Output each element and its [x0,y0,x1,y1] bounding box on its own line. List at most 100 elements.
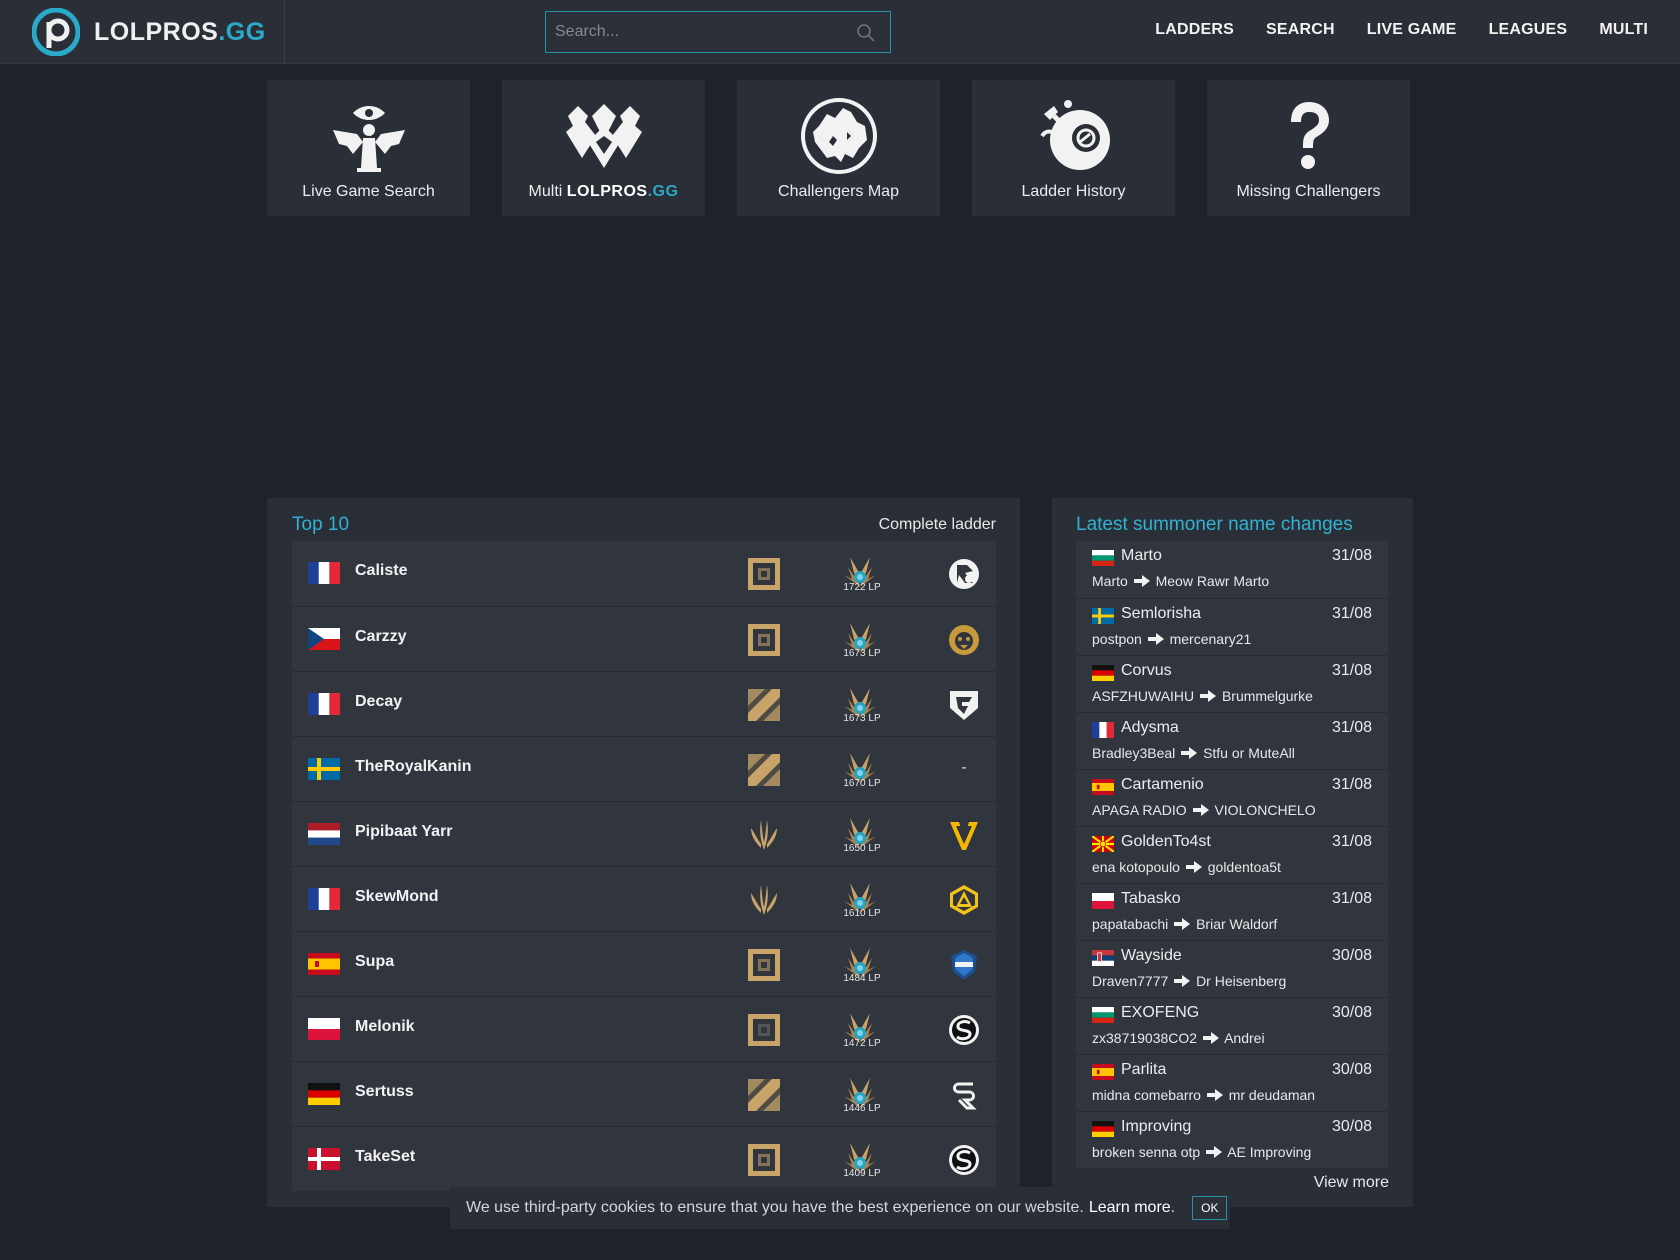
top10-title[interactable]: Top 10 [292,514,349,536]
summoner-name[interactable]: Semlorisha [1121,605,1201,623]
table-row[interactable]: Carzzy 1673 LP [292,606,996,671]
name-change-detail: Marto Meow Rawr Marto [1092,573,1269,589]
player-name[interactable]: Carzzy [355,628,407,646]
team-logo-icon[interactable] [947,1078,981,1112]
tile-label: Ladder History [1021,183,1126,200]
player-name[interactable]: TakeSet [355,1148,415,1166]
summoner-name[interactable]: Corvus [1121,662,1172,680]
table-row[interactable]: Decay 1673 LP [292,671,996,736]
list-item[interactable]: Corvus 31/08 ASFZHUWAIHU Brummelgurke [1076,655,1388,712]
list-item[interactable]: Adysma 31/08 Bradley3Beal Stfu or MuteAl… [1076,712,1388,769]
tile-challengers-map[interactable]: Challengers Map [737,80,940,216]
player-name[interactable]: Pipibaat Yarr [355,823,453,841]
new-name: Dr Heisenberg [1196,973,1287,989]
arrow-right-icon [1198,688,1218,704]
nav-multi[interactable]: MULTI [1599,21,1648,39]
tile-live-game-search[interactable]: Live Game Search [267,80,470,216]
list-item[interactable]: Semlorisha 31/08 postpon mercenary21 [1076,598,1388,655]
old-name: postpon [1092,631,1142,647]
cookie-ok-button[interactable]: OK [1192,1196,1228,1220]
flag-icon [1092,779,1114,795]
name-changes-title: Latest summoner name changes [1076,514,1353,535]
player-name[interactable]: TheRoyalKanin [355,758,471,776]
flag-icon [308,823,340,845]
nav-live-game[interactable]: LIVE GAME [1367,21,1457,39]
nav-search[interactable]: SEARCH [1266,21,1335,39]
table-row[interactable]: TakeSet 1409 LP [292,1126,996,1191]
list-item[interactable]: Wayside 30/08 Draven7777 Dr Heisenberg [1076,940,1388,997]
flag-icon [1092,550,1114,566]
team-logo-icon[interactable] [947,883,981,917]
summoner-name[interactable]: Improving [1121,1118,1191,1136]
summoner-name[interactable]: Adysma [1121,719,1179,737]
arrow-right-icon [1191,802,1211,818]
name-change-detail: broken senna otp AE Improving [1092,1144,1311,1160]
table-row[interactable]: Supa 1484 LP [292,931,996,996]
player-name[interactable]: Sertuss [355,1083,414,1101]
nav-leagues[interactable]: LEAGUES [1489,21,1568,39]
team-logo-icon[interactable] [947,557,981,591]
tile-missing-challengers[interactable]: Missing Challengers [1207,80,1410,216]
list-item[interactable]: EXOFENG 30/08 zx38719038CO2 Andrei [1076,997,1388,1054]
flag-icon [1092,665,1114,681]
team-logo-icon[interactable] [947,818,981,852]
player-name[interactable]: SkewMond [355,888,439,906]
tile-ladder-history[interactable]: Ladder History [972,80,1175,216]
player-lp: 1673 LP [843,648,881,659]
table-row[interactable]: TheRoyalKanin 1670 LP - [292,736,996,801]
logo[interactable]: LOLPROS.GG [32,8,266,56]
list-item[interactable]: GoldenTo4st 31/08 ena kotopoulo goldento… [1076,826,1388,883]
change-date: 31/08 [1331,547,1372,564]
summoner-name[interactable]: Cartamenio [1121,776,1204,794]
table-row[interactable]: SkewMond 1610 LP [292,866,996,931]
summoner-name[interactable]: GoldenTo4st [1121,833,1211,851]
old-name: papatabachi [1092,916,1169,932]
question-icon [1290,102,1329,169]
list-item[interactable]: Parlita 30/08 midna comebarro mr deudama… [1076,1054,1388,1111]
player-name[interactable]: Supa [355,953,394,971]
team-logo-icon[interactable] [947,948,981,982]
summoner-name[interactable]: Marto [1121,547,1162,565]
top10-panel: Top 10 Complete ladder Caliste 1722 LP C… [267,498,1020,1207]
player-lp: 1446 LP [843,1103,881,1114]
arrow-right-icon [1179,745,1199,761]
player-name[interactable]: Caliste [355,562,407,580]
search-box [545,11,891,53]
table-row[interactable]: Sertuss 1446 LP [292,1061,996,1126]
complete-ladder-link[interactable]: Complete ladder [879,516,996,534]
list-item[interactable]: Improving 30/08 broken senna otp AE Impr… [1076,1111,1388,1168]
learn-more-link[interactable]: Learn more [1089,1199,1171,1217]
player-name[interactable]: Decay [355,693,402,711]
summoner-name[interactable]: EXOFENG [1121,1004,1199,1022]
role-icon [747,948,781,982]
player-name[interactable]: Melonik [355,1018,415,1036]
change-date: 30/08 [1331,1061,1372,1078]
list-item[interactable]: Cartamenio 31/08 APAGA RADIO VIOLONCHELO [1076,769,1388,826]
flag-icon [1092,1121,1114,1137]
flag-icon [308,888,340,910]
nav-ladders[interactable]: LADDERS [1155,21,1234,39]
old-name: Bradley3Beal [1092,745,1176,761]
table-row[interactable]: Pipibaat Yarr 1650 LP [292,801,996,866]
tile-multi[interactable]: Multi LOLPROS.GG [502,80,705,216]
change-date: 31/08 [1331,833,1372,850]
list-item[interactable]: Marto 31/08 Marto Meow Rawr Marto [1076,541,1388,598]
name-change-detail: ASFZHUWAIHU Brummelgurke [1092,688,1313,704]
team-logo-icon[interactable] [947,1143,981,1177]
table-row[interactable]: Melonik 1472 LP [292,996,996,1061]
team-logo-icon[interactable] [947,1013,981,1047]
summoner-name[interactable]: Parlita [1121,1061,1166,1079]
search-icon[interactable] [856,23,876,43]
team-logo-icon[interactable] [947,688,981,722]
team-logo-icon[interactable] [947,623,981,657]
arrow-right-icon [1204,1144,1224,1160]
new-name: Meow Rawr Marto [1155,573,1270,589]
summoner-name[interactable]: Wayside [1121,947,1182,965]
view-more-link[interactable]: View more [1314,1174,1389,1192]
tile-label: Challengers Map [778,183,899,200]
flag-icon [308,953,340,975]
search-input[interactable] [546,12,890,52]
table-row[interactable]: Caliste 1722 LP [292,541,996,606]
summoner-name[interactable]: Tabasko [1121,890,1181,908]
list-item[interactable]: Tabasko 31/08 papatabachi Briar Waldorf [1076,883,1388,940]
